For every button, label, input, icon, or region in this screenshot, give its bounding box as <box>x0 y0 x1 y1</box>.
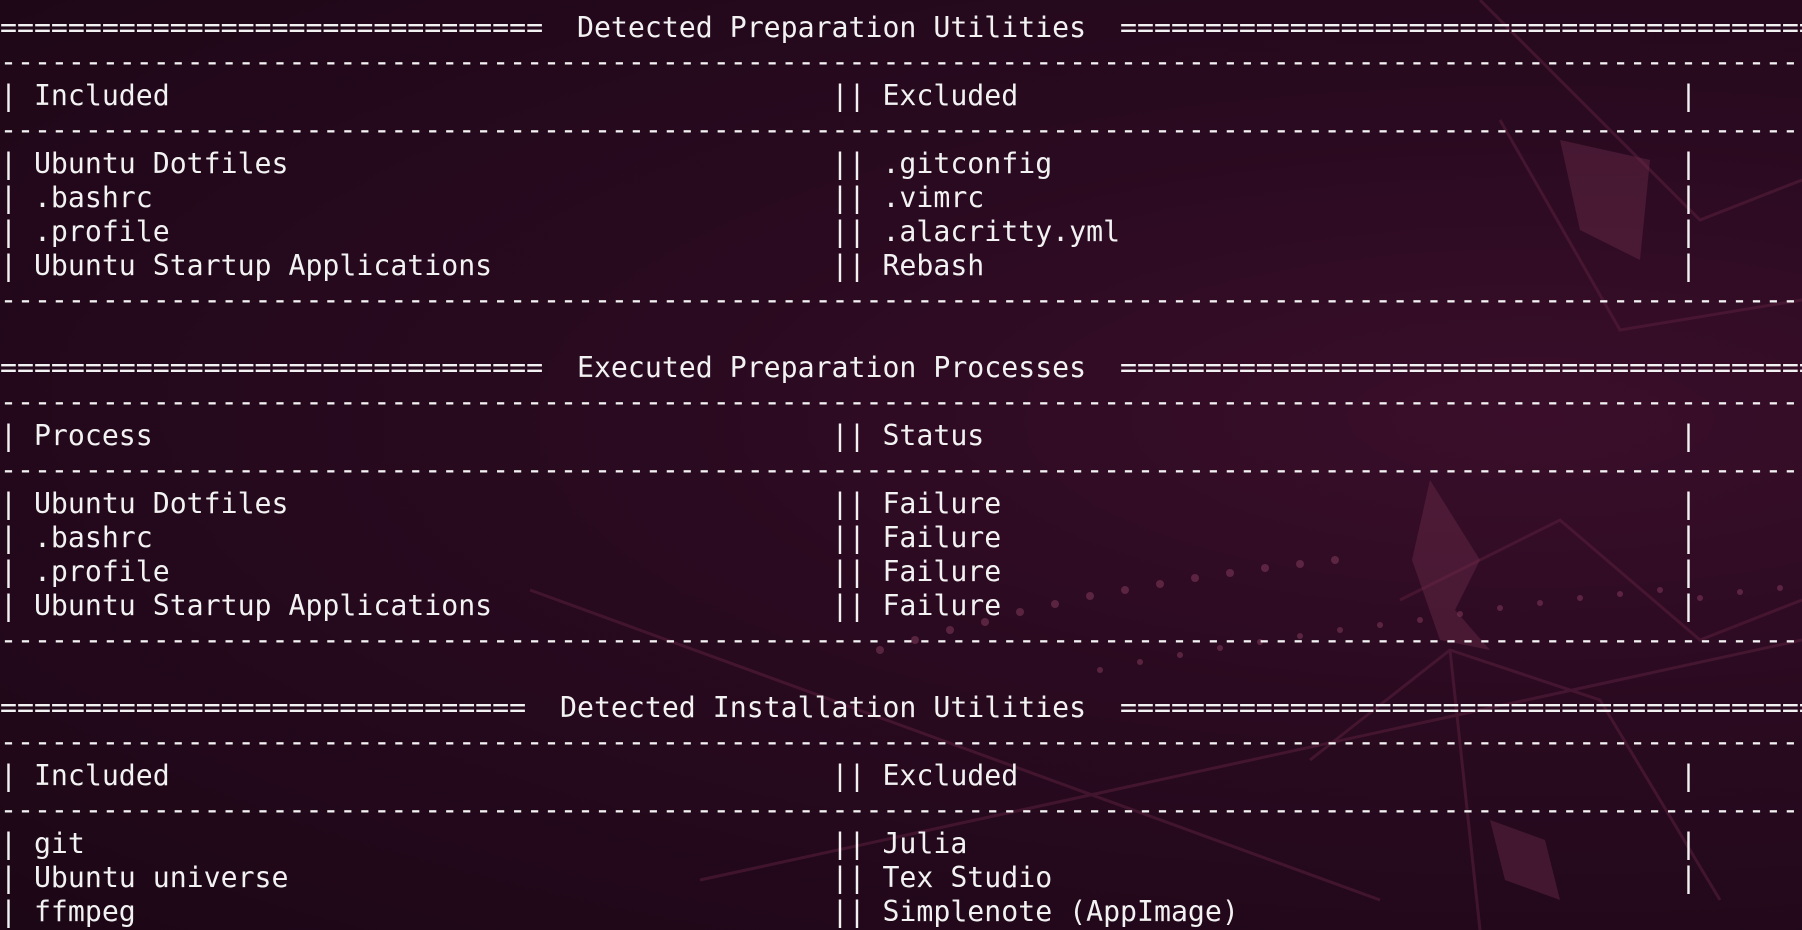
output-line-13: | Process || Status | <box>0 419 1698 452</box>
output-line-1: ================================ Detecte… <box>0 11 1802 44</box>
output-line-12: ----------------------------------------… <box>0 385 1802 418</box>
output-line-25: | git || Julia | <box>0 827 1698 860</box>
terminal-output[interactable]: ================================ Detecte… <box>0 11 1802 930</box>
output-line-6: | .bashrc || .vimrc | <box>0 181 1698 214</box>
output-line-23: | Included || Excluded | <box>0 759 1698 792</box>
output-line-26: | Ubuntu universe || Tex Studio | <box>0 861 1698 894</box>
output-line-18: | Ubuntu Startup Applications || Failure… <box>0 589 1698 622</box>
output-line-4: ----------------------------------------… <box>0 113 1802 146</box>
output-line-16: | .bashrc || Failure | <box>0 521 1698 554</box>
output-line-20 <box>0 657 1802 691</box>
output-line-19: ----------------------------------------… <box>0 623 1802 656</box>
output-line-3: | Included || Excluded | <box>0 79 1698 112</box>
output-line-24: ----------------------------------------… <box>0 793 1802 826</box>
output-line-22: ----------------------------------------… <box>0 725 1802 758</box>
output-line-15: | Ubuntu Dotfiles || Failure | <box>0 487 1698 520</box>
output-line-9: ----------------------------------------… <box>0 283 1802 316</box>
output-line-17: | .profile || Failure | <box>0 555 1698 588</box>
output-line-7: | .profile || .alacritty.yml | <box>0 215 1698 248</box>
output-line-11: ================================ Execute… <box>0 351 1802 384</box>
output-line-8: | Ubuntu Startup Applications || Rebash … <box>0 249 1698 282</box>
output-line-27: | ffmpeg || Simplenote (AppImage) <box>0 895 1239 928</box>
output-line-5: | Ubuntu Dotfiles || .gitconfig | <box>0 147 1698 180</box>
output-line-2: ----------------------------------------… <box>0 45 1802 78</box>
output-line-21: =============================== Detected… <box>0 691 1802 724</box>
output-line-14: ----------------------------------------… <box>0 453 1802 486</box>
output-line-10 <box>0 317 1802 351</box>
